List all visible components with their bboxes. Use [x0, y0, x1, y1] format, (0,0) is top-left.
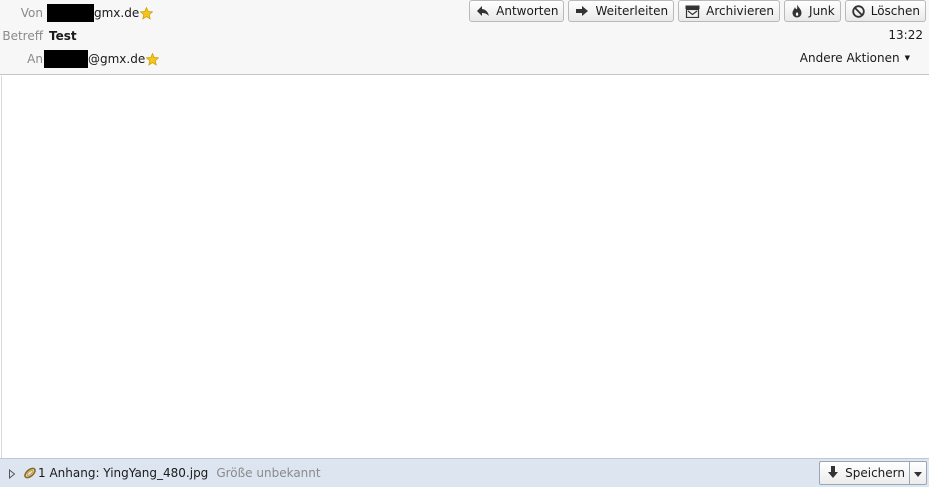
to-address[interactable]: @gmx.de: [88, 52, 145, 66]
star-icon[interactable]: [145, 52, 160, 66]
redacted-block: [47, 4, 94, 22]
message-header: Von gmx.de Betreff Test An @gmx.de Antwo…: [0, 0, 929, 75]
other-actions-menu[interactable]: Andere Aktionen ▼: [800, 51, 910, 65]
message-toolbar: Antworten Weiterleiten Archivieren Junk …: [469, 0, 926, 22]
message-time: 13:22: [888, 28, 923, 42]
attachment-bar: 1 Anhang: YingYang_480.jpg Größe unbekan…: [0, 458, 929, 487]
flame-icon: [791, 4, 803, 18]
subject-text: Test: [49, 29, 77, 43]
reply-label: Antworten: [496, 4, 559, 18]
other-actions-label: Andere Aktionen: [799, 51, 900, 65]
reply-icon: [476, 5, 490, 17]
subject-label: Betreff: [2, 29, 43, 43]
chevron-down-icon: ▼: [904, 54, 910, 62]
attachment-summary[interactable]: 1 Anhang: YingYang_480.jpg: [38, 466, 208, 480]
save-button[interactable]: Speichern: [820, 462, 909, 484]
to-label: An: [27, 52, 43, 66]
reply-button[interactable]: Antworten: [469, 0, 565, 22]
star-icon[interactable]: [139, 6, 154, 20]
forward-button[interactable]: Weiterleiten: [568, 0, 675, 22]
prohibited-icon: [852, 4, 865, 18]
from-label: Von: [20, 6, 43, 20]
subject-row: Betreff Test: [0, 25, 77, 47]
forward-label: Weiterleiten: [595, 4, 669, 18]
from-row: Von gmx.de: [0, 2, 154, 24]
forward-icon: [575, 5, 589, 17]
archive-button[interactable]: Archivieren: [678, 0, 781, 22]
save-label: Speichern: [845, 466, 905, 480]
from-address[interactable]: gmx.de: [94, 6, 139, 20]
archive-icon: [685, 5, 700, 18]
save-dropdown-button[interactable]: [909, 462, 926, 484]
attachment-size: Größe unbekannt: [216, 466, 321, 480]
redacted-block: [44, 50, 88, 68]
expand-toggle-icon[interactable]: [8, 468, 16, 480]
save-split-button: Speichern: [819, 461, 927, 485]
delete-label: Löschen: [870, 4, 920, 18]
message-body[interactable]: [1, 76, 929, 458]
junk-label: Junk: [809, 4, 835, 18]
junk-button[interactable]: Junk: [784, 0, 841, 22]
download-icon: [826, 465, 840, 482]
archive-label: Archivieren: [706, 4, 775, 18]
chevron-down-icon: [914, 466, 922, 480]
paperclip-icon: [23, 466, 37, 480]
to-row: An @gmx.de: [0, 48, 160, 70]
delete-button[interactable]: Löschen: [844, 0, 926, 22]
